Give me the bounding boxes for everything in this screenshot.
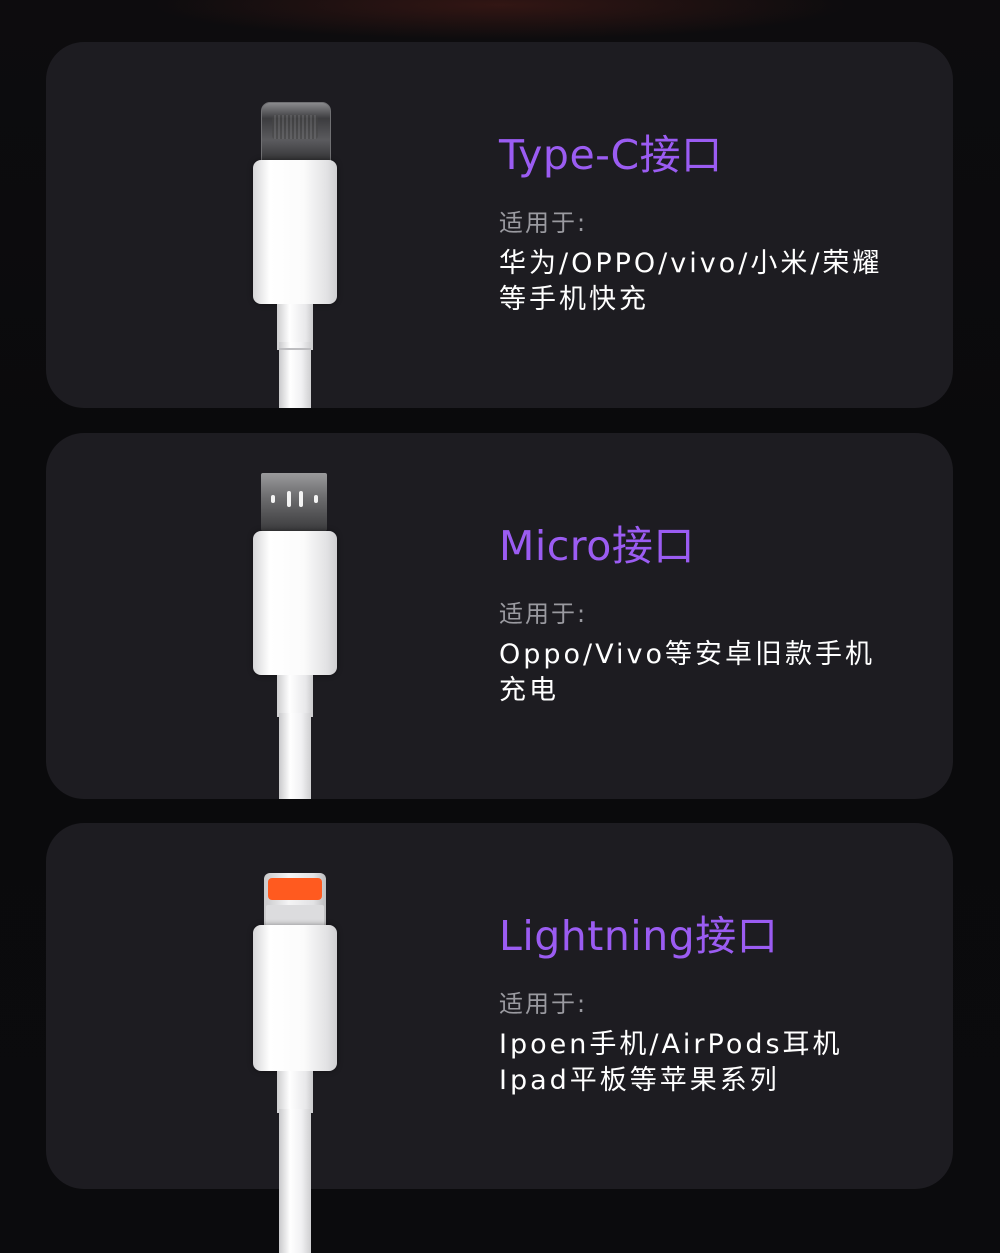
lightning-orange-tip xyxy=(268,878,322,900)
card-title: Micro接口 xyxy=(499,522,695,570)
lightning-connector-icon xyxy=(253,823,337,1189)
lightning-cable-extension xyxy=(279,1180,311,1253)
micro-slot xyxy=(287,491,291,507)
micro-usb-plug-tip xyxy=(261,473,327,531)
card-description-line: Oppo/Vivo等安卓旧款手机 xyxy=(499,639,876,670)
lightning-card: Lightning接口 适用于: Ipoen手机/AirPods耳机 Ipad平… xyxy=(46,823,953,1189)
micro-text-block: Micro接口 适用于: Oppo/Vivo等安卓旧款手机 充电 xyxy=(499,521,939,709)
plug-strain-relief xyxy=(277,1071,313,1113)
plug-housing xyxy=(253,160,337,304)
micro-slot xyxy=(299,491,303,507)
cable xyxy=(279,342,311,408)
type-c-card: Type-C接口 适用于: 华为/OPPO/vivo/小米/荣耀 等手机快充 xyxy=(46,42,953,408)
micro-card: Micro接口 适用于: Oppo/Vivo等安卓旧款手机 充电 xyxy=(46,433,953,799)
plug-housing xyxy=(253,531,337,675)
lightning-text-block: Lightning接口 适用于: Ipoen手机/AirPods耳机 Ipad平… xyxy=(499,911,939,1099)
card-description-line: 充电 xyxy=(499,675,559,706)
micro-slot xyxy=(314,495,318,503)
cable-ring xyxy=(279,348,311,350)
plug-strain-relief xyxy=(277,675,313,717)
card-title: Lightning接口 xyxy=(499,912,779,960)
micro-usb-connector-icon xyxy=(253,433,337,799)
card-description: 华为/OPPO/vivo/小米/荣耀 等手机快充 xyxy=(499,246,939,318)
type-c-text-block: Type-C接口 适用于: 华为/OPPO/vivo/小米/荣耀 等手机快充 xyxy=(499,130,939,318)
cable xyxy=(279,1109,311,1189)
card-title: Type-C接口 xyxy=(499,131,723,179)
card-description-line: 华为/OPPO/vivo/小米/荣耀 xyxy=(499,248,883,279)
micro-slot xyxy=(271,495,275,503)
top-glow-decoration xyxy=(150,0,850,40)
card-description: Oppo/Vivo等安卓旧款手机 充电 xyxy=(499,637,939,709)
card-subtitle: 适用于: xyxy=(499,990,588,1018)
type-c-connector-icon xyxy=(253,42,337,408)
plug-housing xyxy=(253,925,337,1071)
card-description: Ipoen手机/AirPods耳机 Ipad平板等苹果系列 xyxy=(499,1027,939,1099)
cable xyxy=(279,713,311,799)
card-description-line: 等手机快充 xyxy=(499,284,649,315)
card-description-line: Ipoen手机/AirPods耳机 xyxy=(499,1029,843,1060)
card-subtitle: 适用于: xyxy=(499,209,588,237)
card-subtitle: 适用于: xyxy=(499,600,588,628)
card-description-line: Ipad平板等苹果系列 xyxy=(499,1065,780,1096)
type-c-plug-tip xyxy=(261,102,331,166)
